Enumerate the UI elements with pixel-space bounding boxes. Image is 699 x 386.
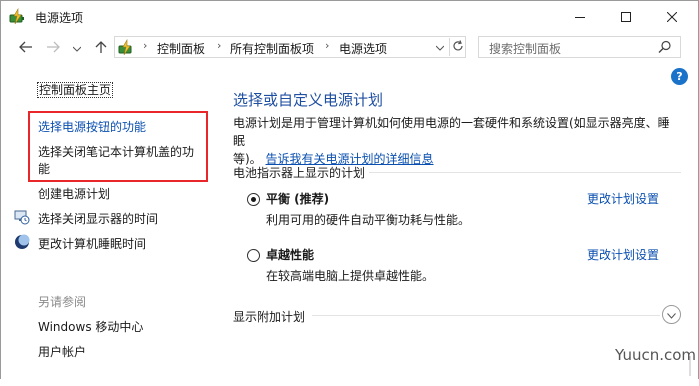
forward-button[interactable]: [45, 40, 61, 56]
show-additional-plans-label[interactable]: 显示附加计划: [233, 308, 305, 325]
moon-icon: [14, 234, 30, 250]
chevron-down-icon: [72, 41, 82, 55]
plan-name-balanced[interactable]: 平衡 (推荐): [266, 190, 329, 207]
window-title: 电源选项: [35, 11, 84, 25]
breadcrumb-separator[interactable]: ›: [217, 39, 221, 52]
arrow-left-icon: [19, 41, 33, 56]
plan-radio-balanced[interactable]: [247, 193, 260, 206]
refresh-button[interactable]: [449, 38, 466, 56]
breadcrumb-power-options[interactable]: 电源选项: [339, 40, 387, 57]
expand-additional-plans-button[interactable]: [662, 305, 681, 324]
address-dropdown-button[interactable]: [433, 39, 447, 57]
change-plan-settings-balanced[interactable]: 更改计划设置: [587, 190, 659, 207]
breadcrumb-control-panel[interactable]: 控制面板: [157, 40, 205, 57]
refresh-icon: [452, 39, 464, 55]
title-bar: 电源选项: [1, 1, 698, 32]
plan-name-ultimate[interactable]: 卓越性能: [266, 246, 314, 263]
close-icon: [667, 11, 677, 22]
battery-plans-heading: 电池指示器上显示的计划: [233, 166, 366, 180]
see-also-heading: 另请参阅: [38, 295, 87, 309]
power-options-window: 电源选项 › 控制面板 › 所有控制面板项 › 电源选项 搜索控制面板 ? 控制…: [0, 0, 699, 379]
sidebar-link-power-button[interactable]: 选择电源按钮的功能: [38, 118, 146, 135]
address-bar[interactable]: › 控制面板 › 所有控制面板项 › 电源选项: [114, 36, 466, 58]
monitor-clock-icon: [14, 209, 30, 225]
back-button[interactable]: [18, 40, 34, 56]
control-panel-home-link[interactable]: 控制面板主页: [37, 81, 114, 98]
recent-locations-button[interactable]: [71, 40, 83, 56]
minimize-button[interactable]: [557, 1, 603, 32]
search-icon[interactable]: [658, 40, 672, 54]
plan-radio-ultimate[interactable]: [247, 249, 260, 262]
sidebar-link-create-plan[interactable]: 创建电源计划: [38, 185, 110, 202]
radio-selected-dot: [251, 197, 256, 202]
plan-description: 电源计划是用于管理计算机如何使用电源的一套硬件和系统设置(如显示器亮度、睡眠 等…: [233, 114, 673, 168]
chevron-down-icon: [667, 308, 676, 322]
see-also-user-accounts[interactable]: 用户帐户: [38, 343, 86, 360]
sidebar-link-display-off[interactable]: 选择关闭显示器的时间: [38, 210, 158, 227]
breadcrumb-separator[interactable]: ›: [325, 39, 329, 52]
maximize-icon: [621, 11, 631, 22]
sidebar-link-lid-close[interactable]: 选择关闭笔记本计算机盖的功: [38, 143, 194, 160]
watermark: Yuucn.com: [615, 346, 697, 364]
arrow-right-icon: [46, 41, 60, 56]
control-panel-home-label: 控制面板主页: [37, 82, 114, 98]
close-button[interactable]: [649, 1, 695, 32]
search-input[interactable]: 搜索控制面板: [489, 40, 561, 57]
power-options-icon: [9, 7, 27, 26]
plan-desc-ultimate: 在较高端电脑上提供卓越性能。: [266, 269, 435, 283]
section-divider: [312, 315, 660, 316]
see-also-mobility-center[interactable]: Windows 移动中心: [38, 318, 143, 335]
sidebar-link-lid-close-continued[interactable]: 能: [38, 160, 50, 177]
help-button[interactable]: ?: [671, 68, 688, 85]
search-box[interactable]: 搜索控制面板: [478, 36, 681, 58]
page-title: 选择或自定义电源计划: [233, 91, 384, 109]
minimize-icon: [575, 12, 585, 22]
section-divider: [369, 172, 681, 173]
maximize-button[interactable]: [603, 1, 649, 32]
breadcrumb-separator[interactable]: ›: [143, 39, 147, 52]
sidebar-link-sleep-time[interactable]: 更改计算机睡眠时间: [38, 235, 146, 252]
breadcrumb-all-items[interactable]: 所有控制面板项: [230, 40, 314, 57]
arrow-up-icon: [95, 40, 107, 57]
control-panel-icon: [118, 38, 136, 57]
up-button[interactable]: [93, 40, 109, 56]
change-plan-settings-ultimate[interactable]: 更改计划设置: [587, 246, 659, 263]
navigation-bar: › 控制面板 › 所有控制面板项 › 电源选项 搜索控制面板: [1, 33, 698, 63]
description-line-1: 电源计划是用于管理计算机如何使用电源的一套硬件和系统设置(如显示器亮度、睡眠: [233, 116, 670, 148]
plan-desc-balanced: 利用可用的硬件自动平衡功耗与性能。: [266, 213, 471, 227]
